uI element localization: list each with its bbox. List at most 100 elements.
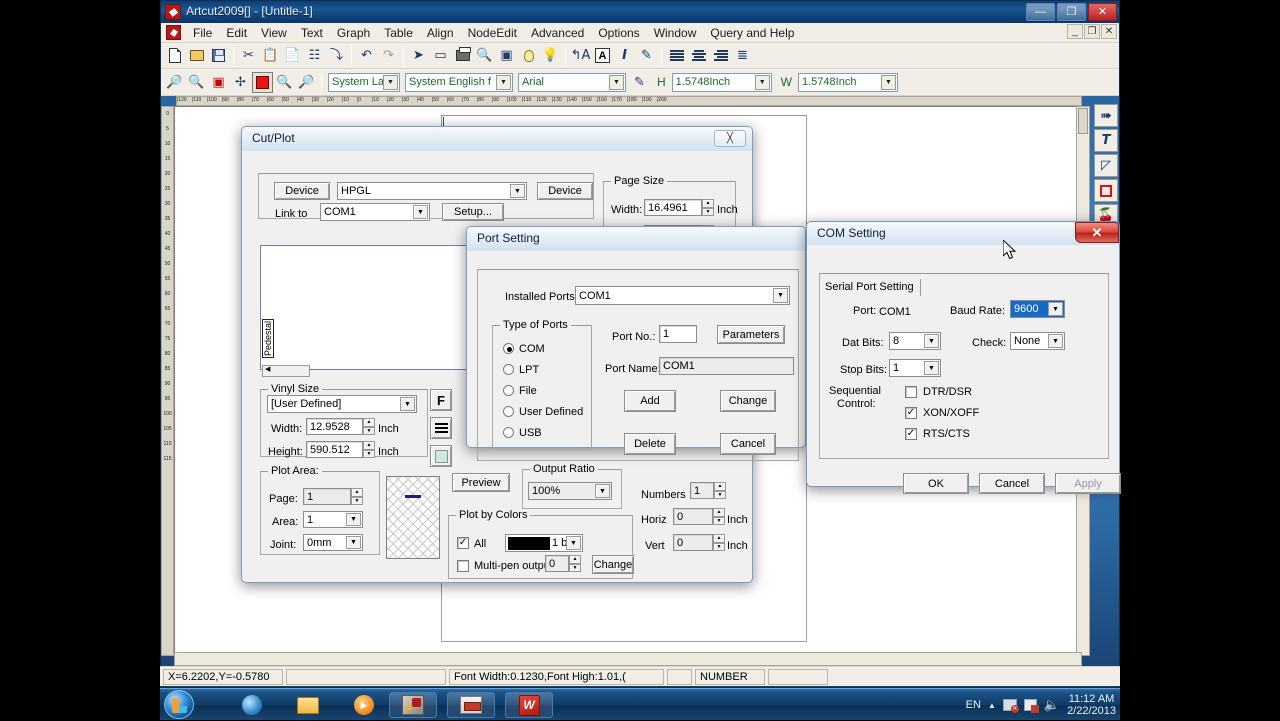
device-combo[interactable]: HPGL ▼ bbox=[337, 182, 527, 200]
zoom-in-icon[interactable]: 🔍 bbox=[186, 71, 207, 93]
plot-joint-combo[interactable]: 0mm ▼ bbox=[303, 534, 363, 551]
plot-area-combo[interactable]: 1 ▼ bbox=[303, 511, 363, 528]
close-icon[interactable]: ✕ bbox=[1075, 222, 1119, 243]
add-button[interactable]: Add bbox=[624, 390, 676, 412]
menu-graph[interactable]: Graph bbox=[330, 24, 377, 42]
bulb-yellow-icon[interactable] bbox=[518, 45, 539, 66]
save-icon[interactable] bbox=[208, 45, 229, 66]
rectangle-tool-icon[interactable] bbox=[1094, 179, 1118, 202]
select-arrow-icon[interactable]: ➠ bbox=[1094, 104, 1118, 127]
minimize-button[interactable]: — bbox=[1026, 3, 1055, 21]
duplicate-icon[interactable]: ☷ bbox=[304, 45, 325, 66]
print-icon[interactable] bbox=[452, 45, 473, 66]
text-tool-icon[interactable]: T bbox=[1094, 129, 1118, 152]
data-bits-combo[interactable]: 8 ▼ bbox=[889, 332, 941, 350]
chevron-down-icon[interactable]: ▼ bbox=[496, 74, 511, 90]
open-folder-icon[interactable] bbox=[186, 45, 207, 66]
page-width-input[interactable]: 16.4961 bbox=[644, 199, 702, 216]
redo-icon[interactable]: ↷ bbox=[378, 45, 399, 66]
horiz-stepper[interactable]: ▲ ▼ bbox=[713, 508, 725, 525]
delete-button[interactable]: Delete bbox=[624, 433, 676, 455]
parameters-button[interactable]: Parameters bbox=[717, 325, 785, 344]
stop-bits-combo[interactable]: 1 ▼ bbox=[889, 359, 941, 377]
taskbar-file-explorer[interactable] bbox=[284, 692, 332, 718]
taskbar-media-player[interactable]: ▶ bbox=[340, 692, 388, 718]
menu-edit[interactable]: Edit bbox=[219, 24, 254, 42]
menu-file[interactable]: File bbox=[186, 24, 219, 42]
change-button[interactable]: Change bbox=[720, 390, 776, 412]
menu-window[interactable]: Window bbox=[647, 24, 704, 42]
cancel-button[interactable]: Cancel bbox=[720, 433, 776, 455]
network-error-icon[interactable]: ✕ bbox=[1002, 699, 1019, 713]
window-titlebar[interactable]: Artcut2009[] - [Untitle-1] — ❐ ✕ bbox=[161, 1, 1119, 23]
undo-icon[interactable]: ↶ bbox=[356, 45, 377, 66]
zoom-object-icon[interactable]: 🔍 bbox=[274, 71, 295, 93]
chevron-down-icon[interactable]: ▼ bbox=[881, 74, 896, 90]
paste-icon[interactable]: 📄 bbox=[282, 45, 303, 66]
chevron-down-icon[interactable]: ▼ bbox=[1048, 334, 1063, 348]
menu-query-and-help[interactable]: Query and Help bbox=[703, 24, 801, 42]
chevron-down-icon[interactable]: ▼ bbox=[383, 74, 398, 90]
chevron-down-icon[interactable]: ▼ bbox=[1048, 302, 1063, 316]
lines-icon[interactable] bbox=[430, 417, 452, 439]
menu-view[interactable]: View bbox=[254, 24, 294, 42]
font-set-combo[interactable]: System English f ▼ bbox=[405, 72, 513, 92]
baud-rate-combo[interactable]: 9600 ▼ bbox=[1010, 300, 1065, 318]
radio-usb[interactable] bbox=[503, 427, 514, 438]
page-setup-icon[interactable]: ▭ bbox=[430, 45, 451, 66]
port-name-input[interactable]: COM1 bbox=[659, 357, 794, 375]
language-combo[interactable]: System Lar ▼ bbox=[328, 72, 400, 92]
device-button-2[interactable]: Device bbox=[537, 182, 593, 200]
radio-com[interactable] bbox=[503, 343, 514, 354]
vert-input[interactable]: 0 bbox=[673, 534, 713, 551]
chevron-down-icon[interactable]: ▼ bbox=[924, 361, 939, 375]
link-to-combo[interactable]: COM1 ▼ bbox=[320, 203, 430, 221]
chevron-down-icon[interactable]: ▼ bbox=[346, 536, 361, 549]
scrollbar-thumb[interactable] bbox=[1078, 108, 1088, 134]
radio-file[interactable] bbox=[503, 385, 514, 396]
numbers-input[interactable]: 1 bbox=[690, 482, 714, 499]
dtr-dsr-checkbox[interactable] bbox=[905, 386, 917, 398]
taskbar-word-app[interactable]: W bbox=[505, 692, 553, 718]
vinyl-height-stepper[interactable]: ▲ ▼ bbox=[363, 441, 375, 458]
multipen-input[interactable]: 0 bbox=[545, 555, 569, 572]
horiz-input[interactable]: 0 bbox=[673, 508, 713, 525]
menu-table[interactable]: Table bbox=[377, 24, 420, 42]
cut-plot-titlebar[interactable]: Cut/Plot ╳ bbox=[242, 127, 752, 151]
vert-stepper[interactable]: ▲ ▼ bbox=[713, 534, 725, 551]
close-button[interactable]: ✕ bbox=[1088, 3, 1117, 21]
menu-options[interactable]: Options bbox=[591, 24, 646, 42]
page-width-stepper[interactable]: ▲ ▼ bbox=[702, 199, 714, 216]
device-button[interactable]: Device bbox=[274, 182, 330, 200]
zoom-out-icon[interactable]: 🔎 bbox=[164, 71, 185, 93]
chevron-down-icon[interactable]: ▼ bbox=[924, 334, 939, 348]
menu-text[interactable]: Text bbox=[294, 24, 330, 42]
change-colors-button[interactable]: Change bbox=[592, 555, 634, 574]
show-hidden-icons-arrow[interactable]: ▲ bbox=[988, 701, 996, 710]
plot-page-stepper[interactable]: ▲ ▼ bbox=[351, 488, 363, 505]
multipen-checkbox[interactable] bbox=[457, 560, 469, 572]
chevron-down-icon[interactable]: ▼ bbox=[773, 288, 788, 303]
close-icon[interactable]: ╳ bbox=[714, 130, 746, 147]
italic-icon[interactable]: I bbox=[614, 45, 635, 66]
clock[interactable]: 11:12 AM 2/22/2013 bbox=[1067, 693, 1116, 717]
text-edit-icon[interactable]: ✎ bbox=[636, 45, 657, 66]
preview-button[interactable]: Preview bbox=[452, 473, 510, 492]
vinyl-height-input[interactable]: 590.512 bbox=[306, 441, 363, 458]
radio-lpt[interactable] bbox=[503, 364, 514, 375]
chevron-down-icon[interactable]: ▼ bbox=[510, 184, 525, 198]
chevron-down-icon[interactable]: ▼ bbox=[413, 205, 428, 219]
rts-cts-checkbox[interactable]: ✓ bbox=[905, 428, 917, 440]
chevron-down-icon[interactable]: ▼ bbox=[566, 536, 581, 550]
distribute-icon[interactable]: ≣ bbox=[732, 45, 753, 66]
menu-advanced[interactable]: Advanced bbox=[524, 24, 591, 42]
mdi-restore-button[interactable]: ❐ bbox=[1084, 24, 1100, 39]
mdi-close-button[interactable]: ✕ bbox=[1101, 24, 1117, 39]
chevron-down-icon[interactable]: ▼ bbox=[754, 74, 770, 90]
vinyl-preset-combo[interactable]: [User Defined] ▼ bbox=[267, 395, 417, 413]
maximize-button[interactable]: ❐ bbox=[1057, 3, 1086, 21]
font-icon[interactable]: F bbox=[430, 389, 452, 411]
serial-port-setting-tab[interactable]: Serial Port Setting bbox=[821, 279, 1107, 296]
all-colors-checkbox[interactable]: ✓ bbox=[457, 537, 469, 549]
menu-nodeedit[interactable]: NodeEdit bbox=[461, 24, 524, 42]
